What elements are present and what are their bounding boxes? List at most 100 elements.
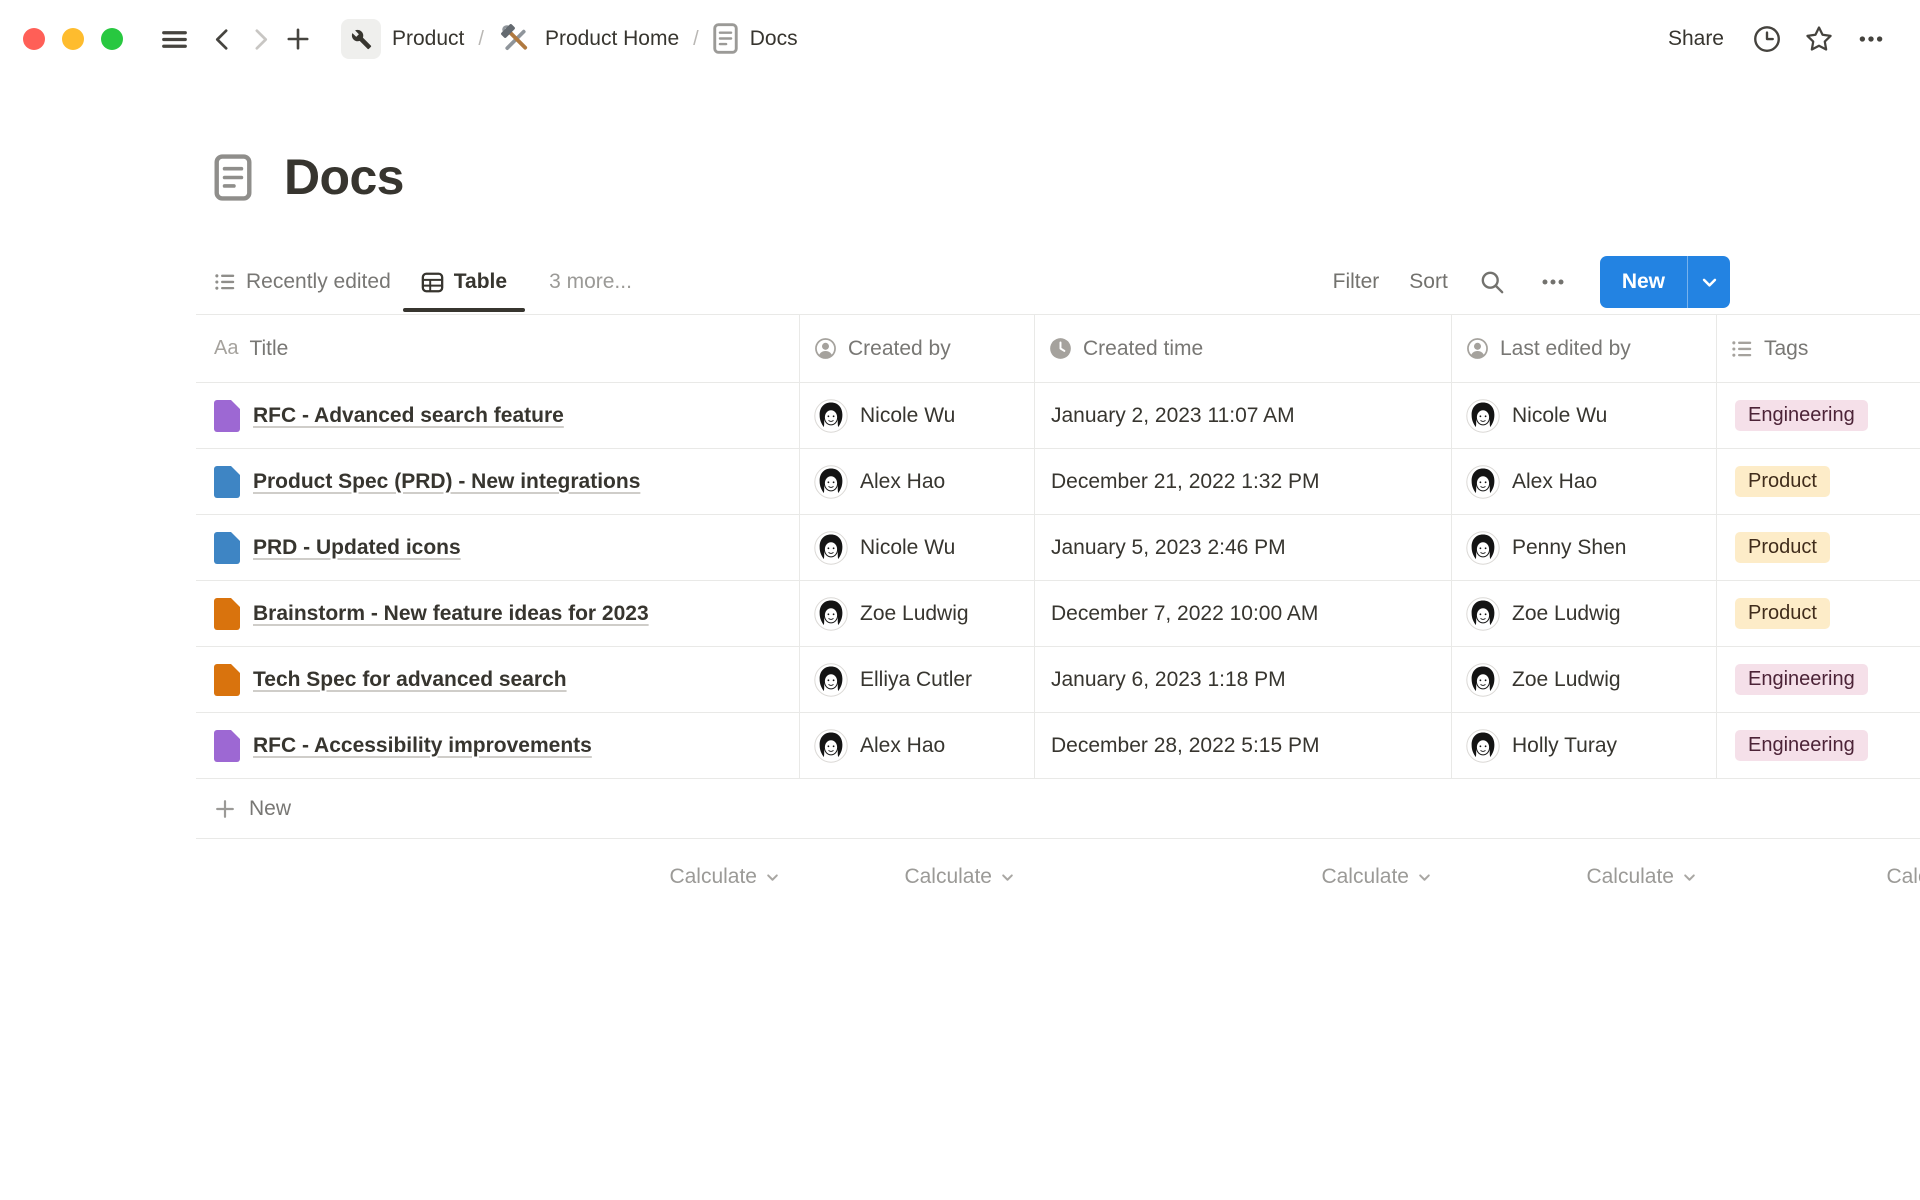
created-time-cell[interactable]: January 2, 2023 11:07 AM — [1035, 383, 1452, 449]
last-edited-by-cell[interactable]: Nicole Wu — [1452, 383, 1717, 449]
forward-icon[interactable] — [241, 20, 279, 58]
view-tabs: Recently edited Table 3 more... — [196, 270, 632, 294]
column-header-tags[interactable]: Tags — [1717, 315, 1920, 383]
doc-title-link[interactable]: RFC - Accessibility improvements — [253, 734, 592, 758]
title-cell[interactable]: RFC - Advanced search feature — [196, 383, 800, 449]
tag-badge[interactable]: Engineering — [1735, 400, 1868, 431]
calculate-created-by[interactable]: Calculate — [800, 845, 1035, 909]
last-edited-by-cell[interactable]: Alex Hao — [1452, 449, 1717, 515]
share-button[interactable]: Share — [1658, 21, 1734, 57]
doc-title-link[interactable]: Product Spec (PRD) - New integrations — [253, 470, 640, 494]
doc-title-link[interactable]: Brainstorm - New feature ideas for 2023 — [253, 602, 649, 626]
chevron-down-icon — [1417, 870, 1432, 885]
table-view-icon — [421, 271, 444, 294]
page-icon — [214, 466, 240, 498]
person-name: Alex Hao — [860, 470, 945, 494]
person-icon — [1466, 337, 1489, 360]
column-header-last-edited-by[interactable]: Last edited by — [1452, 315, 1717, 383]
chevron-down-icon — [1000, 870, 1015, 885]
doc-title-link[interactable]: Tech Spec for advanced search — [253, 668, 567, 692]
calculate-title[interactable]: Calculate — [196, 845, 800, 909]
updates-clock-icon[interactable] — [1748, 20, 1786, 58]
tags-cell[interactable]: Product — [1717, 515, 1920, 581]
breadcrumb-item-docs[interactable]: Docs — [713, 23, 798, 55]
last-edited-by-cell[interactable]: Penny Shen — [1452, 515, 1717, 581]
tags-cell[interactable]: Product — [1717, 581, 1920, 647]
tags-cell[interactable]: Product — [1717, 449, 1920, 515]
page-icon — [214, 532, 240, 564]
created-time-cell[interactable]: December 21, 2022 1:32 PM — [1035, 449, 1452, 515]
tag-badge[interactable]: Engineering — [1735, 664, 1868, 695]
page-document-icon[interactable] — [214, 154, 252, 201]
tags-cell[interactable]: Engineering — [1717, 713, 1920, 779]
tag-badge[interactable]: Product — [1735, 466, 1830, 497]
tags-cell[interactable]: Engineering — [1717, 383, 1920, 449]
new-dropdown-chevron-icon[interactable] — [1688, 256, 1730, 308]
created-by-cell[interactable]: Nicole Wu — [800, 383, 1035, 449]
created-time-cell[interactable]: January 5, 2023 2:46 PM — [1035, 515, 1452, 581]
sort-button[interactable]: Sort — [1407, 266, 1450, 298]
fullscreen-window-button[interactable] — [101, 28, 123, 50]
tags-cell[interactable]: Engineering — [1717, 647, 1920, 713]
tab-table[interactable]: Table — [403, 270, 525, 294]
last-edited-by-cell[interactable]: Zoe Ludwig — [1452, 581, 1717, 647]
created-time-cell[interactable]: December 28, 2022 5:15 PM — [1035, 713, 1452, 779]
search-icon[interactable] — [1476, 265, 1510, 299]
column-header-created-time[interactable]: Created time — [1035, 315, 1452, 383]
avatar — [1466, 729, 1500, 763]
page-title-row: Docs — [196, 148, 1920, 206]
favorite-star-icon[interactable] — [1800, 20, 1838, 58]
doc-title-link[interactable]: RFC - Advanced search feature — [253, 404, 564, 428]
doc-title-link[interactable]: PRD - Updated icons — [253, 536, 461, 560]
breadcrumb-item-product[interactable]: Product — [341, 19, 464, 59]
created-by-cell[interactable]: Alex Hao — [800, 449, 1035, 515]
more-options-icon[interactable] — [1852, 20, 1890, 58]
view-options-dots-icon[interactable] — [1536, 265, 1570, 299]
breadcrumb-label: Product Home — [545, 27, 679, 51]
tag-badge[interactable]: Engineering — [1735, 730, 1868, 761]
calculate-tags[interactable]: Calculate — [1717, 845, 1920, 909]
breadcrumb-item-product-home[interactable]: Product Home — [498, 21, 679, 57]
person-name: Alex Hao — [1512, 470, 1597, 494]
filter-button[interactable]: Filter — [1331, 266, 1382, 298]
page-title[interactable]: Docs — [284, 148, 404, 206]
column-header-created-by[interactable]: Created by — [800, 315, 1035, 383]
new-button-group: New — [1600, 256, 1730, 308]
avatar — [814, 597, 848, 631]
close-window-button[interactable] — [23, 28, 45, 50]
last-edited-by-cell[interactable]: Holly Turay — [1452, 713, 1717, 779]
calculate-last-edited-by[interactable]: Calculate — [1452, 845, 1717, 909]
avatar — [1466, 663, 1500, 697]
back-icon[interactable] — [203, 20, 241, 58]
avatar — [814, 663, 848, 697]
sidebar-menu-icon[interactable] — [155, 20, 193, 58]
person-name: Zoe Ludwig — [1512, 668, 1621, 692]
created-by-cell[interactable]: Nicole Wu — [800, 515, 1035, 581]
more-views-button[interactable]: 3 more... — [549, 270, 632, 294]
page-icon — [214, 598, 240, 630]
tag-badge[interactable]: Product — [1735, 532, 1830, 563]
title-cell[interactable]: Brainstorm - New feature ideas for 2023 — [196, 581, 800, 647]
minimize-window-button[interactable] — [62, 28, 84, 50]
last-edited-by-cell[interactable]: Zoe Ludwig — [1452, 647, 1717, 713]
title-cell[interactable]: RFC - Accessibility improvements — [196, 713, 800, 779]
person-name: Penny Shen — [1512, 536, 1626, 560]
tab-recently-edited[interactable]: Recently edited — [214, 270, 391, 294]
created-by-cell[interactable]: Alex Hao — [800, 713, 1035, 779]
tag-badge[interactable]: Product — [1735, 598, 1830, 629]
new-button[interactable]: New — [1600, 256, 1687, 308]
avatar — [814, 531, 848, 565]
add-new-row-button[interactable]: New — [196, 779, 1920, 839]
person-name: Holly Turay — [1512, 734, 1617, 758]
created-by-cell[interactable]: Elliya Cutler — [800, 647, 1035, 713]
column-header-title[interactable]: Aa Title — [196, 315, 800, 383]
title-cell[interactable]: Tech Spec for advanced search — [196, 647, 800, 713]
title-cell[interactable]: PRD - Updated icons — [196, 515, 800, 581]
breadcrumb-label: Docs — [750, 27, 798, 51]
created-time-cell[interactable]: January 6, 2023 1:18 PM — [1035, 647, 1452, 713]
created-by-cell[interactable]: Zoe Ludwig — [800, 581, 1035, 647]
new-page-plus-icon[interactable] — [279, 20, 317, 58]
title-cell[interactable]: Product Spec (PRD) - New integrations — [196, 449, 800, 515]
calculate-created-time[interactable]: Calculate — [1035, 845, 1452, 909]
created-time-cell[interactable]: December 7, 2022 10:00 AM — [1035, 581, 1452, 647]
